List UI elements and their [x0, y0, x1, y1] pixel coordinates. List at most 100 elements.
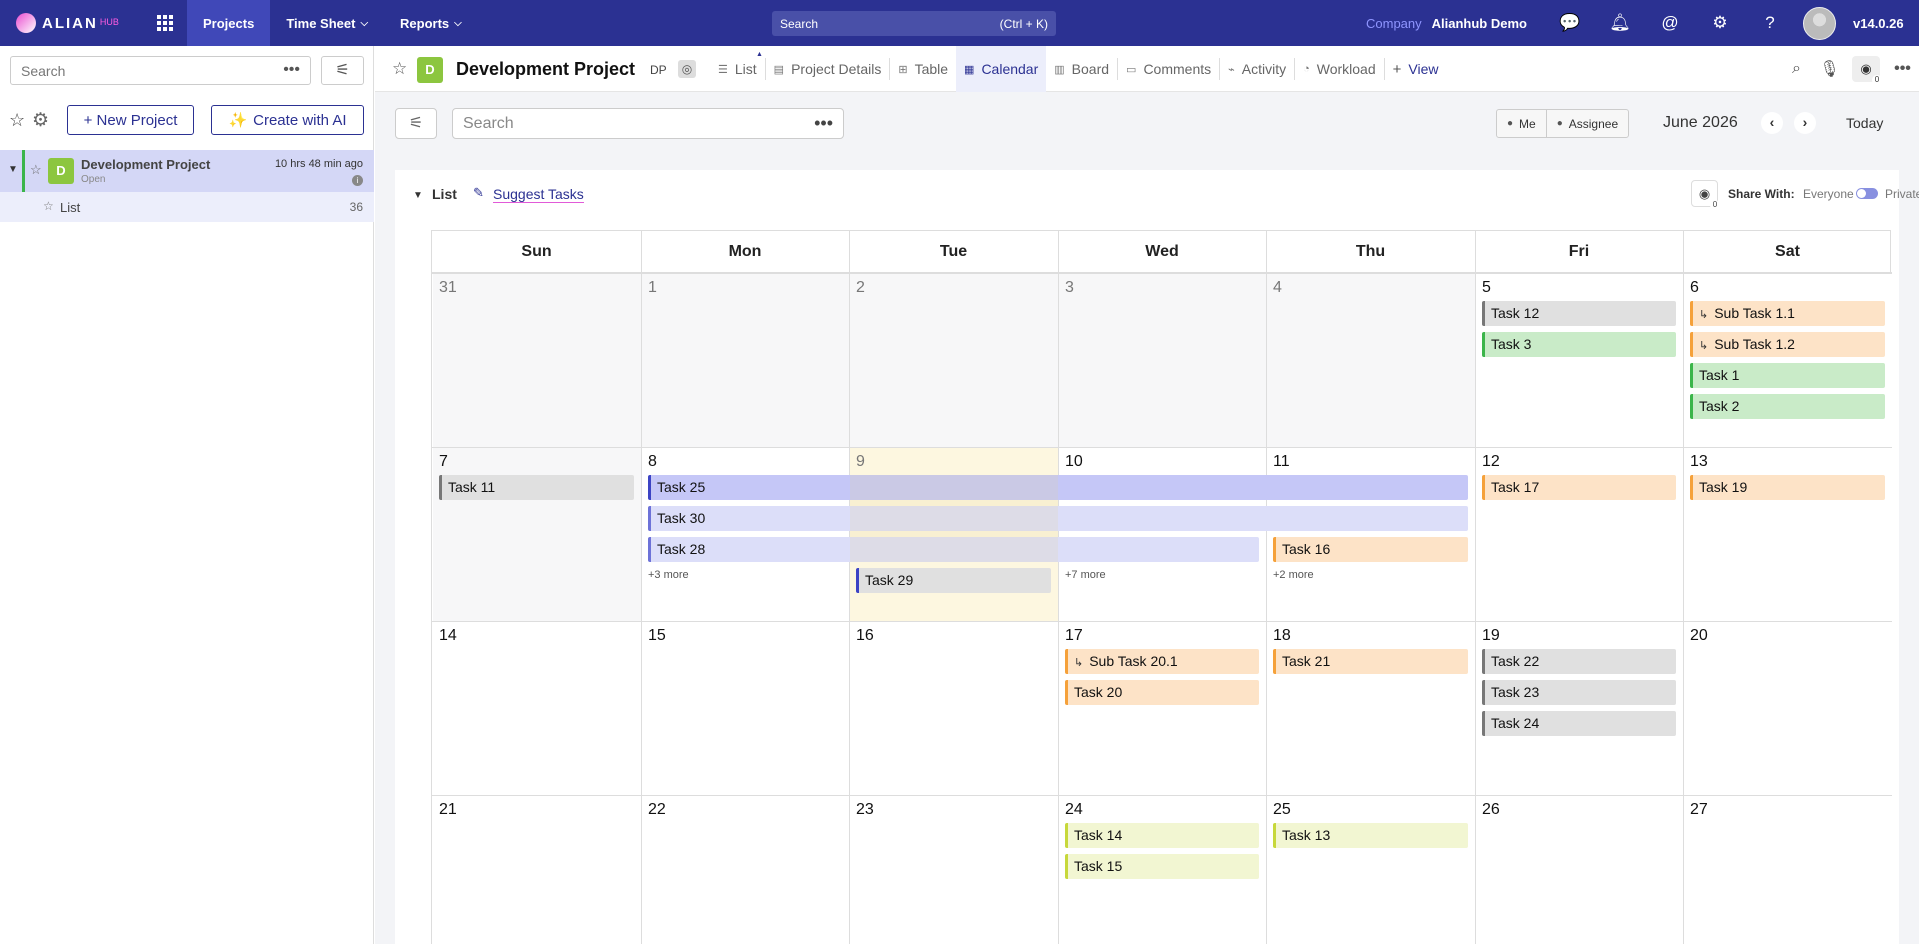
- star-icon[interactable]: ☆: [9, 110, 25, 131]
- sidebar-list-item[interactable]: ☆ List 36: [0, 192, 374, 222]
- more-icon[interactable]: •••: [814, 113, 833, 134]
- help-icon[interactable]: ?: [1745, 13, 1795, 33]
- more-tasks-link[interactable]: +7 more: [1065, 569, 1106, 581]
- task-event[interactable]: Task 12: [1482, 301, 1676, 326]
- task-event[interactable]: Task 17: [1482, 475, 1676, 500]
- more-tasks-link[interactable]: +3 more: [648, 569, 689, 581]
- star-icon[interactable]: ☆: [43, 199, 54, 213]
- watch-button[interactable]: ◉ 0: [1691, 180, 1720, 210]
- day-cell[interactable]: [850, 796, 1058, 944]
- day-cell[interactable]: [1684, 274, 1892, 447]
- attachment-icon[interactable]: ⌕: [1780, 60, 1813, 78]
- day-cell[interactable]: [850, 622, 1058, 795]
- day-cell[interactable]: [1267, 622, 1475, 795]
- tab-comments[interactable]: ▭ Comments: [1118, 46, 1219, 92]
- day-cell[interactable]: [1267, 274, 1475, 447]
- assignee-filter-button[interactable]: ● Assignee: [1545, 110, 1628, 137]
- day-cell[interactable]: [1267, 448, 1475, 621]
- day-cell[interactable]: [1684, 796, 1892, 944]
- day-cell[interactable]: [1476, 796, 1683, 944]
- tab-table[interactable]: ⊞ Table: [890, 46, 956, 92]
- more-tasks-link[interactable]: +2 more: [1273, 569, 1314, 581]
- day-cell[interactable]: [1476, 448, 1683, 621]
- app-logo[interactable]: ALIAN HUB: [0, 0, 142, 46]
- tab-add-view[interactable]: + View: [1385, 46, 1447, 92]
- task-event[interactable]: Task 16: [1273, 537, 1468, 562]
- day-cell[interactable]: [642, 448, 849, 621]
- task-event[interactable]: Task 3: [1482, 332, 1676, 357]
- avatar[interactable]: [1803, 7, 1836, 40]
- tab-calendar[interactable]: ▦ Calendar: [956, 46, 1047, 92]
- task-event[interactable]: Task 13: [1273, 823, 1468, 848]
- new-project-button[interactable]: + New Project: [67, 105, 194, 135]
- task-event[interactable]: Task 25: [648, 475, 1468, 500]
- day-cell[interactable]: [1476, 622, 1683, 795]
- nav-time-sheet[interactable]: Time Sheet ⌵: [270, 0, 384, 46]
- filter-icon[interactable]: ⚟: [395, 108, 437, 139]
- day-cell[interactable]: [1059, 448, 1266, 621]
- company-selector[interactable]: Company Alianhub Demo: [1366, 0, 1527, 46]
- day-cell[interactable]: [1684, 448, 1892, 621]
- chevron-left-icon[interactable]: ‹: [1761, 112, 1783, 134]
- more-icon[interactable]: •••: [1886, 60, 1919, 78]
- me-filter-button[interactable]: ● Me: [1497, 110, 1546, 137]
- sidebar-project-item[interactable]: ▼ ☆ D Development Project Open 10 hrs 48…: [0, 150, 374, 192]
- watch-button[interactable]: ◉ 0: [1852, 56, 1882, 85]
- day-cell[interactable]: [433, 274, 641, 447]
- nav-reports[interactable]: Reports ⌵: [384, 0, 478, 46]
- day-cell[interactable]: [850, 274, 1058, 447]
- task-event[interactable]: Task 30: [648, 506, 1468, 531]
- day-cell[interactable]: [642, 274, 849, 447]
- today-button[interactable]: Today: [1846, 115, 1883, 131]
- caret-down-icon[interactable]: ▼: [8, 164, 18, 175]
- star-icon[interactable]: ☆: [30, 162, 42, 178]
- star-icon[interactable]: ☆: [392, 59, 407, 79]
- task-event[interactable]: Task 29: [856, 568, 1051, 593]
- day-cell[interactable]: [1059, 622, 1266, 795]
- more-icon[interactable]: •••: [283, 61, 300, 79]
- day-cell[interactable]: [433, 622, 641, 795]
- day-cell[interactable]: [1059, 274, 1266, 447]
- tab-project-details[interactable]: ▤ Project Details: [766, 46, 890, 92]
- global-search[interactable]: Search (Ctrl + K): [772, 11, 1056, 36]
- day-cell[interactable]: [433, 796, 641, 944]
- day-cell[interactable]: [642, 796, 849, 944]
- suggest-tasks-link[interactable]: Suggest Tasks: [493, 186, 584, 203]
- day-cell[interactable]: [642, 622, 849, 795]
- mask-icon[interactable]: ◎: [678, 60, 696, 78]
- chevron-right-icon[interactable]: ›: [1794, 112, 1816, 134]
- task-event[interactable]: ↳ Sub Task 20.1: [1065, 649, 1259, 674]
- task-event[interactable]: Task 23: [1482, 680, 1676, 705]
- mention-icon[interactable]: @: [1645, 13, 1695, 33]
- chat-icon[interactable]: 💬: [1545, 13, 1595, 33]
- task-event[interactable]: Task 21: [1273, 649, 1468, 674]
- bell-icon[interactable]: 🔔︎: [1595, 13, 1645, 33]
- task-event[interactable]: Task 20: [1065, 680, 1259, 705]
- task-event[interactable]: Task 14: [1065, 823, 1259, 848]
- tab-activity[interactable]: ⌁ Activity: [1220, 46, 1294, 92]
- task-event[interactable]: Task 15: [1065, 854, 1259, 879]
- task-event[interactable]: ↳ Sub Task 1.2: [1690, 332, 1885, 357]
- day-cell[interactable]: [1684, 622, 1892, 795]
- task-search-input[interactable]: Search •••: [452, 108, 844, 139]
- day-cell[interactable]: [1267, 796, 1475, 944]
- tab-workload[interactable]: ◔ Workload: [1295, 46, 1384, 92]
- share-toggle[interactable]: [1856, 188, 1878, 199]
- day-cell[interactable]: [1476, 274, 1683, 447]
- apps-grid-icon[interactable]: [142, 0, 187, 46]
- task-event[interactable]: Task 2: [1690, 394, 1885, 419]
- task-event[interactable]: Task 11: [439, 475, 634, 500]
- nav-projects[interactable]: Projects: [187, 0, 271, 46]
- create-with-ai-button[interactable]: ✨ Create with AI: [211, 105, 364, 135]
- tab-list[interactable]: ☰ List ▲: [710, 46, 765, 92]
- task-event[interactable]: Task 1: [1690, 363, 1885, 388]
- integrations-icon[interactable]: ⚙: [1695, 13, 1745, 33]
- task-event[interactable]: Task 24: [1482, 711, 1676, 736]
- tab-board[interactable]: ▥ Board: [1046, 46, 1117, 92]
- task-event[interactable]: ↳ Sub Task 1.1: [1690, 301, 1885, 326]
- task-event[interactable]: Task 22: [1482, 649, 1676, 674]
- gear-icon[interactable]: ⚙: [32, 109, 49, 132]
- microphone-icon[interactable]: 🎙︎: [1813, 59, 1846, 79]
- day-cell[interactable]: [433, 448, 641, 621]
- sidebar-search-input[interactable]: Search •••: [10, 56, 311, 85]
